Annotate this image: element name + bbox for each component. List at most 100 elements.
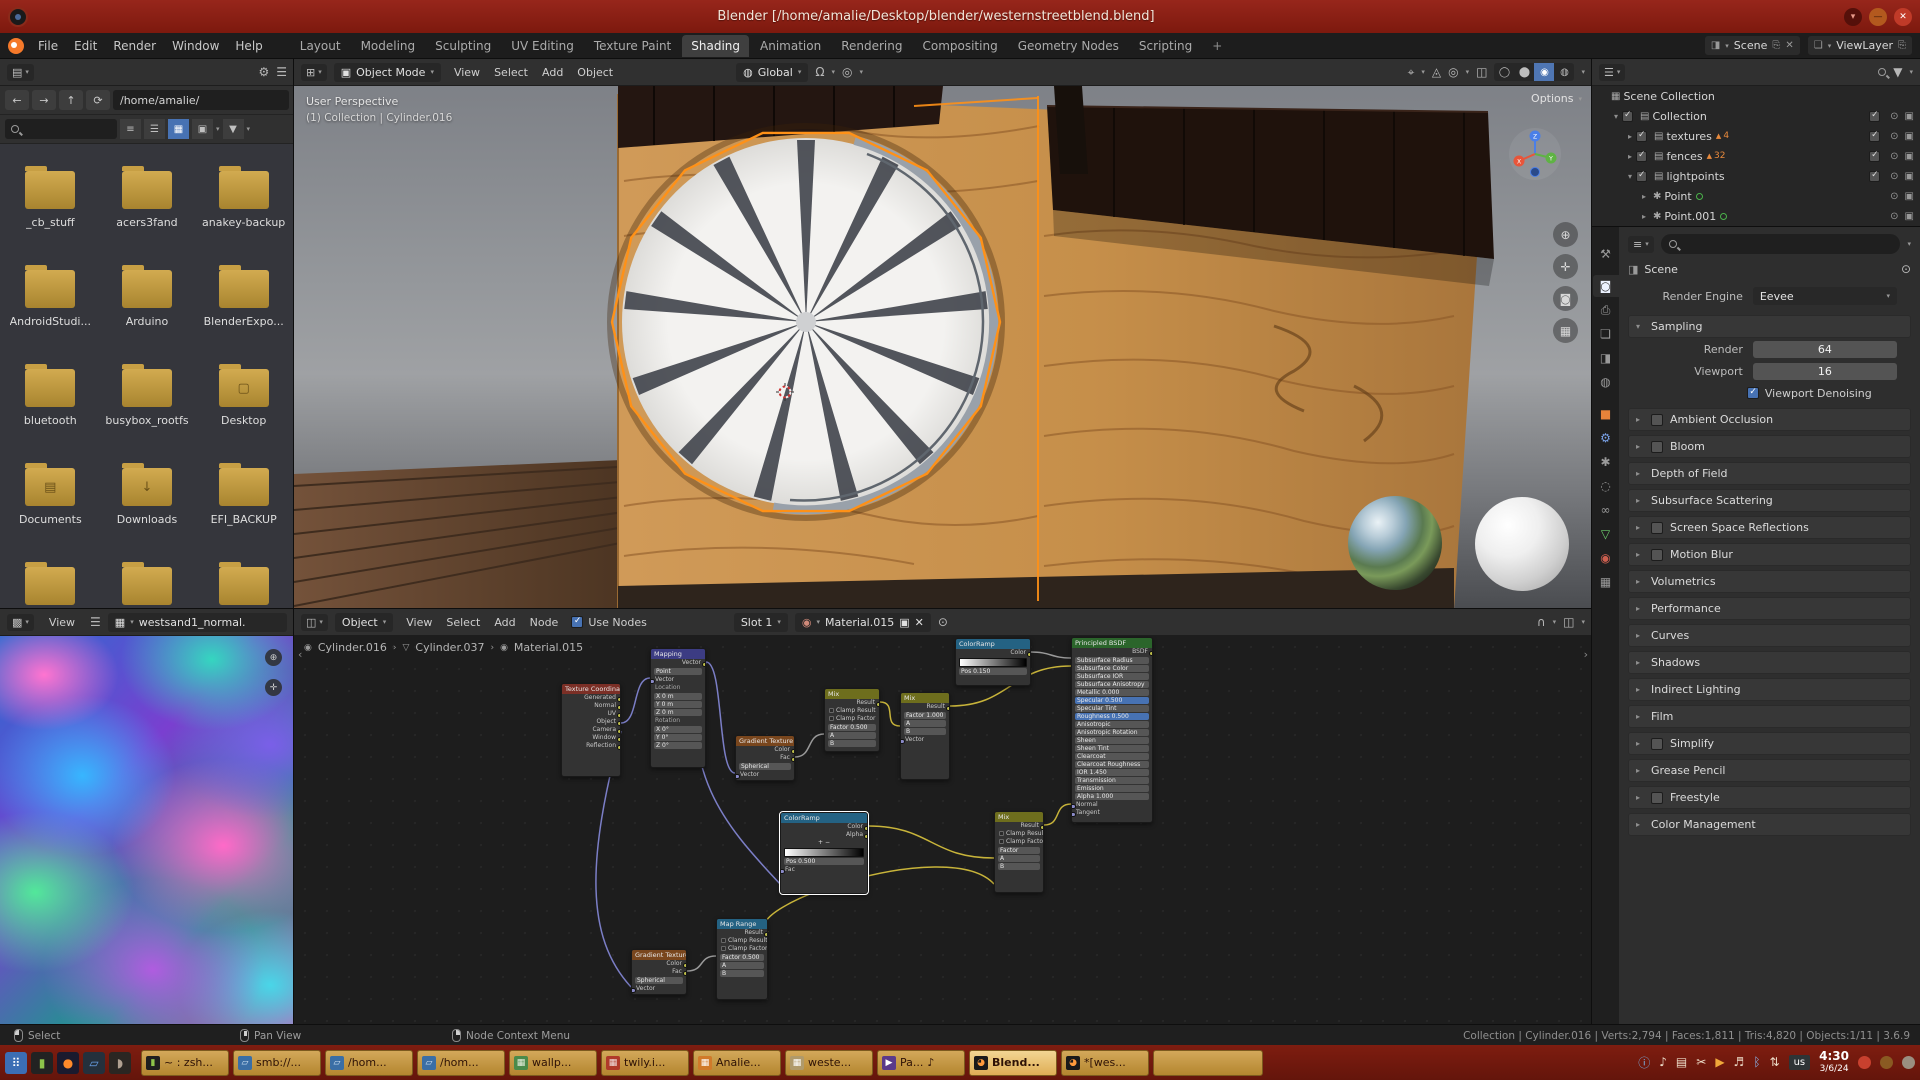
node-row-alpha-1-000[interactable]: Alpha 1.000 [1075,793,1149,800]
view-list-vertical-button[interactable]: ≡ [120,119,141,139]
file-browser-folder-androidstudi[interactable]: AndroidStudi... [3,261,97,360]
hide-viewport-icon[interactable]: ⊙ [1890,171,1898,182]
shader-node-map-range[interactable]: Map RangeResultClamp ResultClamp FactorF… [716,918,768,1000]
exclude-checkbox[interactable] [1869,131,1880,142]
collection-checkbox[interactable] [1622,111,1633,122]
node-row-x-0[interactable]: X 0° [654,726,702,733]
exclude-checkbox[interactable] [1869,151,1880,162]
taskbar-window-weste[interactable]: ▦weste... [785,1050,873,1076]
taskbar-window-wallp[interactable]: ▦wallp... [509,1050,597,1076]
editor-type-viewport[interactable]: ⊞▾ [301,64,327,81]
editor-type-file-browser[interactable]: ▤▾ [7,64,34,81]
xray-icon[interactable]: ◫ [1476,65,1487,79]
proportional-edit-icon[interactable]: ◎ [842,65,852,79]
material-selector[interactable]: ◉▾ Material.015 ▣ ✕ [795,613,931,632]
node-row-subsurface-radius[interactable]: Subsurface Radius [1075,657,1149,664]
node-canvas[interactable]: ◉Cylinder.016›▽Cylinder.037›◉Material.01… [294,636,1592,1024]
node-row-b[interactable]: B [828,740,876,747]
section-sampling[interactable]: ▾Sampling [1628,315,1911,338]
node-row-roughness-0-500[interactable]: Roughness 0.500 [1075,713,1149,720]
node-row-ior-1-450[interactable]: IOR 1.450 [1075,769,1149,776]
image-selector[interactable]: ▦▾ westsand1_normal. [108,613,287,632]
properties-section-shadows[interactable]: ▸Shadows [1628,651,1911,674]
disable-render-icon[interactable]: ▣ [1905,151,1914,162]
pin-id-icon[interactable]: ⊙ [1901,262,1911,276]
notifications-icon[interactable]: ⓘ [1638,1054,1650,1071]
disable-render-icon[interactable]: ▣ [1905,111,1914,122]
node-row-a[interactable]: A [904,720,946,727]
node-row-clamp-factor[interactable]: Clamp Factor [825,715,879,723]
hide-viewport-icon[interactable]: ⊙ [1890,151,1898,162]
properties-tab-material[interactable]: ◉ [1593,547,1619,569]
overlays-icon[interactable]: ◎ [1448,65,1458,79]
outliner-row-fences[interactable]: ▸▤fences32⊙▣ [1592,146,1920,166]
clipboard-icon[interactable]: ▤ [1676,1055,1687,1069]
window-minimize-button[interactable]: — [1869,8,1887,26]
workspace-tab-layout[interactable]: Layout [291,35,350,57]
exclude-checkbox[interactable] [1869,111,1880,122]
sampling-render-value[interactable]: 64 [1753,341,1897,358]
properties-tab-constraints[interactable]: ∞ [1593,499,1619,521]
file-browser-folder-acers3fand[interactable]: acers3fand [100,162,194,261]
disable-render-icon[interactable]: ▣ [1905,191,1914,202]
properties-section-curves[interactable]: ▸Curves [1628,624,1911,647]
node-row-clamp-factor[interactable]: Clamp Factor [717,945,767,953]
properties-tab-world[interactable]: ◍ [1593,371,1619,393]
fake-user-icon[interactable]: ▣ [899,616,909,629]
properties-section-bloom[interactable]: ▸Bloom [1628,435,1911,458]
hide-viewport-icon[interactable]: ⊙ [1890,211,1898,222]
blender-logo-icon[interactable] [8,38,24,54]
workspace-tab-scripting[interactable]: Scripting [1130,35,1201,57]
file-browser-folder-downloads[interactable]: ↓Downloads [100,459,194,558]
camera-view-icon[interactable]: ◙ [1553,286,1578,311]
properties-section-freestyle[interactable]: ▸Freestyle [1628,786,1911,809]
node-row-x-0-m[interactable]: X 0 m [654,693,702,700]
properties-section-performance[interactable]: ▸Performance [1628,597,1911,620]
render-engine-select[interactable]: Eevee▾ [1753,287,1897,305]
snapping-icon[interactable]: ∩ [1537,615,1546,629]
unlink-scene-icon[interactable]: ✕ [1785,40,1793,51]
bloom-checkbox[interactable] [1651,441,1663,453]
file-menu-icon[interactable]: ☰ [276,65,287,79]
pan-tool-icon[interactable]: ✛ [1553,254,1578,279]
selectability-icon[interactable]: ⌖ [1408,65,1415,80]
breadcrumb-item-material-015[interactable]: Material.015 [514,641,583,654]
shader-node-principled-bsdf[interactable]: Principled BSDFBSDFSubsurface RadiusSubs… [1071,637,1153,823]
file-browser-folder-efi-backup[interactable]: EFI_BACKUP [197,459,291,558]
node-row-clamp-result[interactable]: Clamp Result [825,707,879,715]
shader-node-colorramp[interactable]: ColorRampColorAlpha+ −Pos 0.500Fac [780,812,868,894]
properties-section-motion-blur[interactable]: ▸Motion Blur [1628,543,1911,566]
toolbar-toggle-icon[interactable]: ‹ [298,648,302,661]
view-list-horizontal-button[interactable]: ☰ [144,119,165,139]
music-icon[interactable]: ♪ [1659,1055,1667,1069]
properties-tab-output[interactable]: ⎙ [1593,299,1619,321]
editor-type-shader[interactable]: ◫▾ [301,614,328,631]
file-browser-folder[interactable] [3,558,97,609]
add-workspace-button[interactable]: + [1203,35,1231,57]
node-row-y-0[interactable]: Y 0° [654,734,702,741]
cut-icon[interactable]: ✂ [1696,1055,1706,1069]
workspace-tab-modeling[interactable]: Modeling [352,35,425,57]
taskbar-window-blend[interactable]: ◕Blend... [969,1050,1057,1076]
shader-menu-select[interactable]: Select [440,614,486,631]
menu-window[interactable]: Window [164,36,227,56]
node-row-anisotropic[interactable]: Anisotropic [1075,721,1149,728]
node-row-anisotropic-rotation[interactable]: Anisotropic Rotation [1075,729,1149,736]
node-row-emission[interactable]: Emission [1075,785,1149,792]
properties-tab-particles[interactable]: ✱ [1593,451,1619,473]
node-row-factor[interactable]: Factor [998,847,1040,854]
shader-node-gradient-texture[interactable]: Gradient TextureColorFacSphericalVector [735,735,795,781]
file-browser-folder-arduino[interactable]: Arduino [100,261,194,360]
shading-rendered-button[interactable]: ◍ [1554,63,1574,81]
file-manager-icon[interactable]: ▱ [83,1052,105,1074]
workspace-tab-sculpting[interactable]: Sculpting [426,35,500,57]
viewport-canvas[interactable]: User Perspective (1) Collection | Cylind… [294,86,1592,609]
normal-map-image[interactable] [0,636,294,1024]
node-row-subsurface-anisotropy[interactable]: Subsurface Anisotropy [1075,681,1149,688]
pin-icon[interactable]: ⊙ [938,615,948,629]
node-row-metallic-0-000[interactable]: Metallic 0.000 [1075,689,1149,696]
exclude-checkbox[interactable] [1869,171,1880,182]
status-red-icon[interactable] [1858,1056,1871,1069]
simplify-checkbox[interactable] [1651,738,1663,750]
shader-node-mapping[interactable]: MappingVectorPointVectorLocationX 0 mY 0… [650,648,706,768]
